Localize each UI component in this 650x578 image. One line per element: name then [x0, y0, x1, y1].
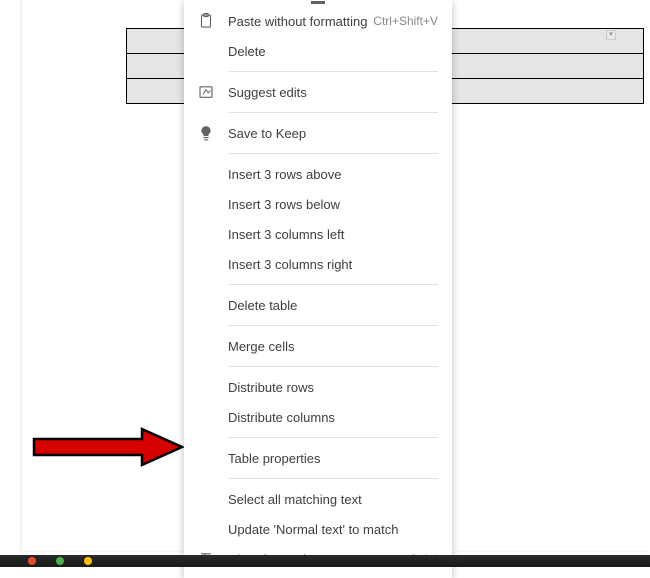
menu-divider — [228, 437, 438, 438]
menu-delete[interactable]: Delete — [184, 36, 452, 66]
menu-divider — [228, 112, 438, 113]
menu-item-label: Paste without formatting — [228, 14, 373, 29]
menu-update-normal-text[interactable]: Update 'Normal text' to match — [184, 514, 452, 544]
menu-table-properties[interactable]: Table properties — [184, 443, 452, 473]
table-dropdown-handle[interactable]: ▾ — [606, 30, 616, 40]
menu-item-label: Insert 3 columns right — [228, 257, 438, 272]
menu-item-label: Merge cells — [228, 339, 438, 354]
menu-distribute-columns[interactable]: Distribute columns — [184, 402, 452, 432]
menu-item-label: Save to Keep — [228, 126, 438, 141]
menu-item-label: Table properties — [228, 451, 438, 466]
menu-item-label: Suggest edits — [228, 85, 438, 100]
menu-save-to-keep[interactable]: Save to Keep — [184, 118, 452, 148]
menu-select-matching-text[interactable]: Select all matching text — [184, 484, 452, 514]
menu-divider — [228, 284, 438, 285]
menu-divider — [228, 71, 438, 72]
menu-paste-without-formatting[interactable]: Paste without formatting Ctrl+Shift+V — [184, 6, 452, 36]
menu-item-label: Insert 3 rows below — [228, 197, 438, 212]
menu-insert-rows-above[interactable]: Insert 3 rows above — [184, 159, 452, 189]
menu-item-label: Update 'Normal text' to match — [228, 522, 438, 537]
taskbar-icon[interactable] — [56, 557, 64, 565]
menu-item-label: Insert 3 rows above — [228, 167, 438, 182]
menu-item-label: Delete — [228, 44, 438, 59]
menu-insert-cols-right[interactable]: Insert 3 columns right — [184, 249, 452, 279]
menu-divider — [228, 478, 438, 479]
menu-item-label: Insert 3 columns left — [228, 227, 438, 242]
context-menu: Paste without formatting Ctrl+Shift+V De… — [184, 0, 452, 578]
taskbar — [0, 555, 650, 567]
clipboard-icon — [196, 11, 216, 31]
menu-item-label: Distribute rows — [228, 380, 438, 395]
menu-divider — [228, 366, 438, 367]
menu-divider — [228, 325, 438, 326]
menu-item-label: Select all matching text — [228, 492, 438, 507]
menu-insert-cols-left[interactable]: Insert 3 columns left — [184, 219, 452, 249]
menu-insert-rows-below[interactable]: Insert 3 rows below — [184, 189, 452, 219]
menu-merge-cells[interactable]: Merge cells — [184, 331, 452, 361]
menu-delete-table[interactable]: Delete table — [184, 290, 452, 320]
menu-suggest-edits[interactable]: Suggest edits — [184, 77, 452, 107]
taskbar-icon[interactable] — [84, 557, 92, 565]
menu-distribute-rows[interactable]: Distribute rows — [184, 372, 452, 402]
menu-item-label: Distribute columns — [228, 410, 438, 425]
suggest-edits-icon — [196, 82, 216, 102]
lightbulb-icon — [196, 123, 216, 143]
taskbar-icon[interactable] — [28, 557, 36, 565]
menu-item-label: Delete table — [228, 298, 438, 313]
menu-divider — [228, 153, 438, 154]
menu-item-shortcut: Ctrl+Shift+V — [373, 14, 438, 28]
